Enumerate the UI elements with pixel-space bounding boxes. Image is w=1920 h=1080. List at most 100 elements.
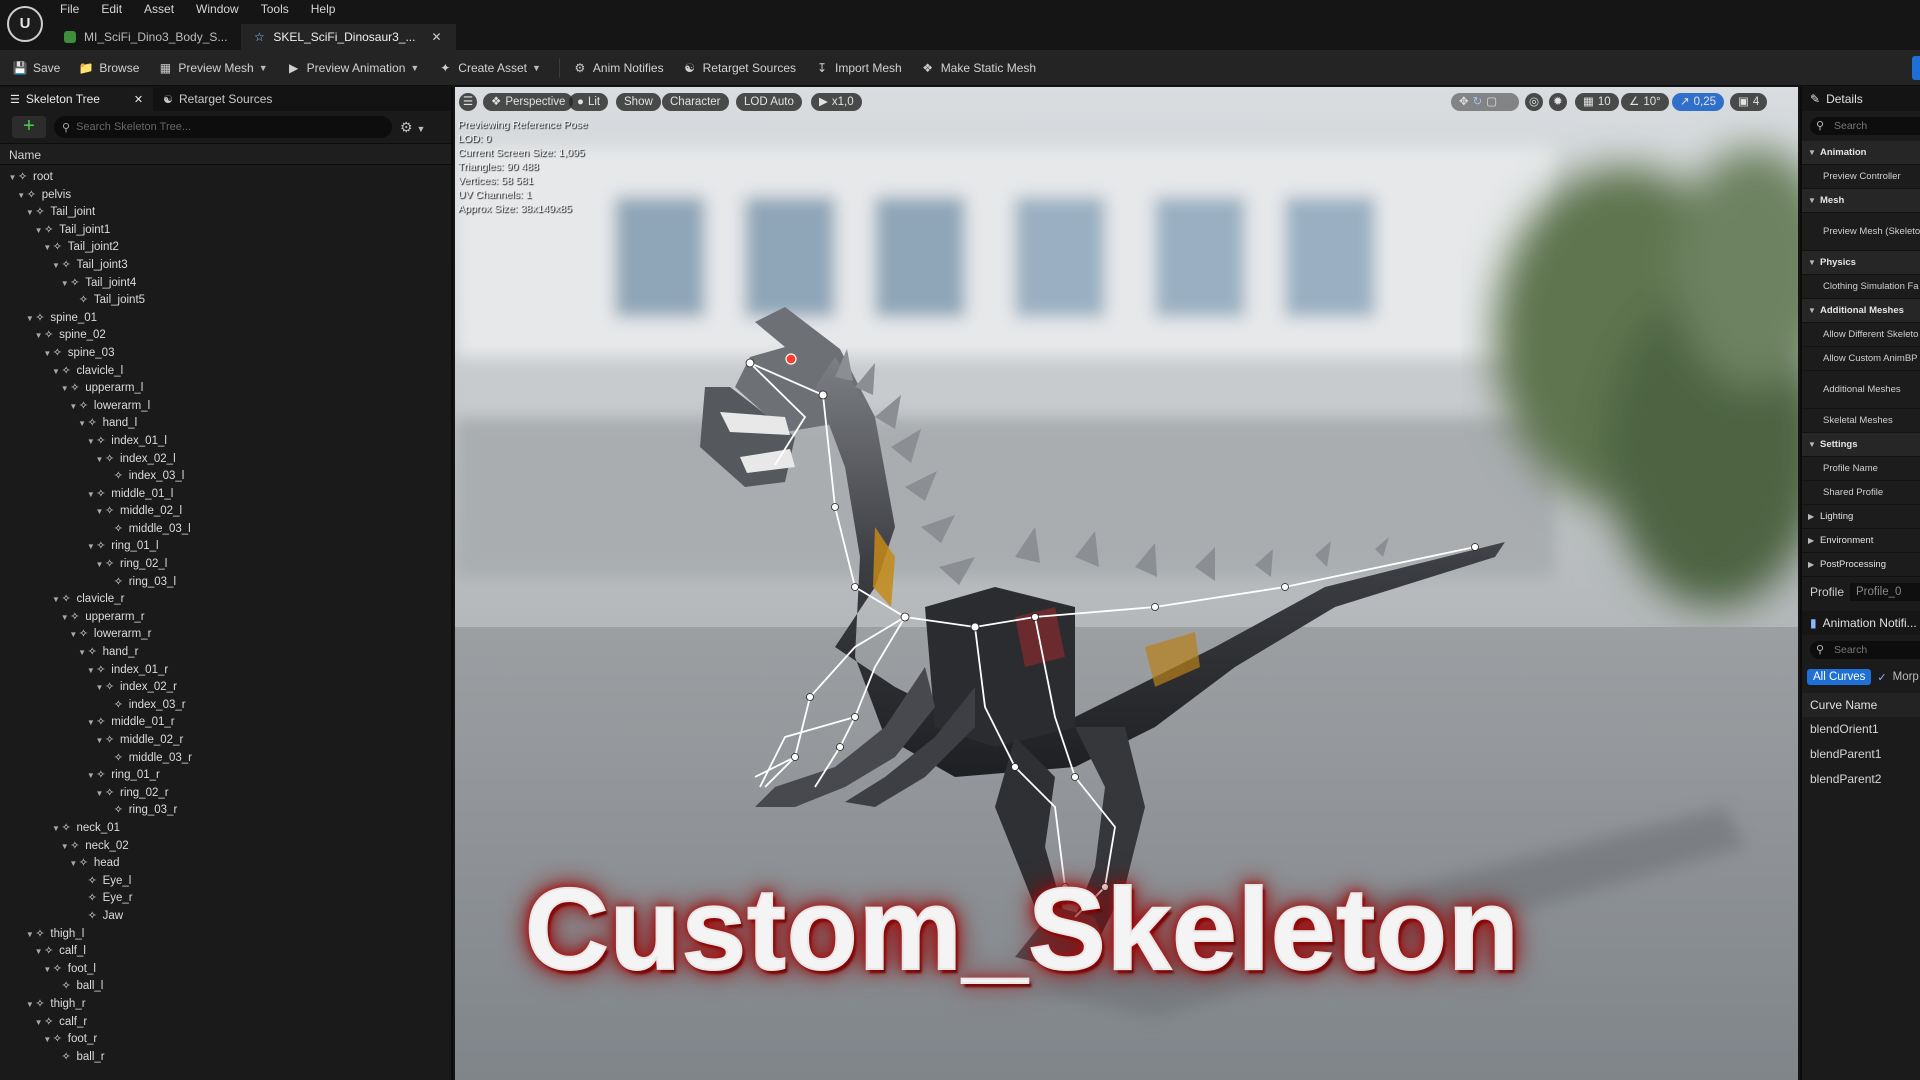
rotation-snap-button[interactable]: ∠ 10° (1621, 93, 1669, 111)
menu-asset[interactable]: Asset (144, 2, 174, 18)
details-property[interactable]: Clothing Simulation Fa (1802, 275, 1920, 299)
bone-row-upperarm-r[interactable]: ▼ ✧ upperarm_r (0, 609, 451, 627)
bone-row-calf-l[interactable]: ▼ ✧ calf_l (0, 943, 451, 961)
details-property[interactable]: Profile Name (1802, 457, 1920, 481)
expand-arrow-icon[interactable]: ▼ (86, 486, 95, 504)
bone-row-ring-01-r[interactable]: ▼ ✧ ring_01_r (0, 767, 451, 785)
surface-snap-toggle[interactable]: ✹ (1549, 93, 1567, 111)
expand-arrow-icon[interactable]: ▼ (95, 556, 104, 574)
expand-arrow-icon[interactable]: ▼ (69, 398, 78, 416)
menu-window[interactable]: Window (196, 2, 239, 18)
details-search-input[interactable]: ⚲ Search (1810, 117, 1920, 135)
expand-arrow-icon[interactable]: ▼ (86, 714, 95, 732)
expand-arrow-icon[interactable]: ▼ (95, 503, 104, 521)
bone-row-tail-joint5[interactable]: ✧ Tail_joint5 (0, 292, 451, 310)
bone-row-middle-02-r[interactable]: ▼ ✧ middle_02_r (0, 732, 451, 750)
bone-row-head[interactable]: ▼ ✧ head (0, 855, 451, 873)
details-category[interactable]: ▶ PostProcessing (1802, 553, 1920, 577)
details-tab[interactable]: ✎ Details (1802, 87, 1920, 111)
bone-row-tail-joint1[interactable]: ▼ ✧ Tail_joint1 (0, 222, 451, 240)
curve-row[interactable]: blendParent2 (1802, 767, 1920, 792)
details-category[interactable]: ▼ Additional Meshes (1802, 299, 1920, 323)
create-asset-dropdown[interactable]: ✦ Create Asset ▼ (437, 56, 541, 80)
bone-row-hand-l[interactable]: ▼ ✧ hand_l (0, 415, 451, 433)
bone-row-index-02-r[interactable]: ▼ ✧ index_02_r (0, 679, 451, 697)
anim-notifies-button[interactable]: ⚙ Anim Notifies (572, 56, 664, 80)
bone-row-pelvis[interactable]: ▼ ✧ pelvis (0, 187, 451, 205)
bone-row-index-01-r[interactable]: ▼ ✧ index_01_r (0, 662, 451, 680)
bone-row-tail-joint3[interactable]: ▼ ✧ Tail_joint3 (0, 257, 451, 275)
details-property[interactable]: Allow Different Skeleto (1802, 323, 1920, 347)
bone-row-middle-01-r[interactable]: ▼ ✧ middle_01_r (0, 714, 451, 732)
preview-viewport[interactable]: ☰ ❖ Perspective ● Lit Show Character LOD… (455, 87, 1798, 1080)
expand-arrow-icon[interactable]: ▼ (86, 433, 95, 451)
expand-arrow-icon[interactable]: ▼ (86, 662, 95, 680)
details-property[interactable]: Allow Custom AnimBP (1802, 347, 1920, 371)
bone-row-spine-01[interactable]: ▼ ✧ spine_01 (0, 310, 451, 328)
expand-arrow-icon[interactable]: ▼ (60, 275, 69, 293)
details-category[interactable]: ▼ Settings (1802, 433, 1920, 457)
browse-button[interactable]: 📁 Browse (78, 56, 140, 80)
bone-row-thigh-r[interactable]: ▼ ✧ thigh_r (0, 996, 451, 1014)
bone-row-foot-r[interactable]: ▼ ✧ foot_r (0, 1031, 451, 1049)
view-mode-dropdown[interactable]: ● Lit (569, 93, 609, 111)
accent-button-edge[interactable] (1912, 56, 1920, 80)
expand-arrow-icon[interactable]: ▼ (95, 451, 104, 469)
expand-arrow-icon[interactable]: ▼ (60, 838, 69, 856)
gear-icon[interactable]: ⚙ ▼ (400, 119, 425, 136)
bone-row-spine-03[interactable]: ▼ ✧ spine_03 (0, 345, 451, 363)
bone-row-thigh-l[interactable]: ▼ ✧ thigh_l (0, 926, 451, 944)
expand-arrow-icon[interactable]: ▼ (69, 626, 78, 644)
expand-arrow-icon[interactable]: ▼ (43, 1031, 52, 1049)
expand-arrow-icon[interactable]: ▼ (43, 345, 52, 363)
close-icon[interactable]: ✕ (134, 93, 143, 106)
expand-arrow-icon[interactable]: ▼ (95, 679, 104, 697)
show-dropdown[interactable]: Show (616, 93, 661, 111)
bone-row-neck-01[interactable]: ▼ ✧ neck_01 (0, 820, 451, 838)
bone-row-foot-l[interactable]: ▼ ✧ foot_l (0, 961, 451, 979)
menu-tools[interactable]: Tools (261, 2, 289, 18)
bone-row-middle-01-l[interactable]: ▼ ✧ middle_01_l (0, 486, 451, 504)
bone-row-tail-joint4[interactable]: ▼ ✧ Tail_joint4 (0, 275, 451, 293)
menu-file[interactable]: File (60, 2, 79, 18)
preview-animation-dropdown[interactable]: ▶ Preview Animation ▼ (286, 56, 419, 80)
bone-row-index-01-l[interactable]: ▼ ✧ index_01_l (0, 433, 451, 451)
expand-arrow-icon[interactable]: ▼ (52, 257, 61, 275)
bone-row-calf-r[interactable]: ▼ ✧ calf_r (0, 1014, 451, 1032)
details-property[interactable]: Shared Profile (1802, 481, 1920, 505)
expand-arrow-icon[interactable]: ▼ (60, 609, 69, 627)
perspective-dropdown[interactable]: ❖ Perspective (483, 93, 574, 111)
local-space-toggle[interactable]: ◎ (1525, 93, 1544, 111)
animation-curves-tab[interactable]: ▮ Animation Notifi... (1802, 611, 1920, 635)
profile-value[interactable]: Profile_0 (1850, 583, 1920, 601)
scale-snap-button[interactable]: ↗ 0,25 (1672, 93, 1725, 111)
expand-arrow-icon[interactable]: ▼ (34, 222, 43, 240)
expand-arrow-icon[interactable]: ▼ (60, 380, 69, 398)
import-mesh-button[interactable]: ↧ Import Mesh (814, 56, 902, 80)
curves-search-input[interactable]: ⚲ Search (1810, 641, 1920, 659)
details-property[interactable]: Skeletal Meshes (1802, 409, 1920, 433)
bone-row-hand-r[interactable]: ▼ ✧ hand_r (0, 644, 451, 662)
curve-row[interactable]: blendParent1 (1802, 742, 1920, 767)
expand-arrow-icon[interactable]: ▼ (17, 187, 26, 205)
tab-skeleton-tree[interactable]: ☰ Skeleton Tree ✕ (0, 87, 154, 111)
details-category[interactable]: ▼ Mesh (1802, 189, 1920, 213)
expand-arrow-icon[interactable]: ▼ (25, 204, 34, 222)
expand-arrow-icon[interactable]: ▼ (52, 820, 61, 838)
bone-row-neck-02[interactable]: ▼ ✧ neck_02 (0, 838, 451, 856)
details-property[interactable]: Additional Meshes (1802, 371, 1920, 409)
details-property[interactable]: Preview Controller (1802, 165, 1920, 189)
transform-mode-group[interactable]: ✥ ↻ ▢ (1451, 93, 1519, 111)
expand-arrow-icon[interactable]: ▼ (25, 310, 34, 328)
curve-row[interactable]: blendOrient1 (1802, 717, 1920, 742)
skeleton-search-input[interactable]: ⚲ Search Skeleton Tree... (54, 116, 392, 138)
grid-snap-button[interactable]: ▦ 10 (1575, 93, 1619, 111)
bone-row-index-03-r[interactable]: ✧ index_03_r (0, 697, 451, 715)
bone-row-spine-02[interactable]: ▼ ✧ spine_02 (0, 327, 451, 345)
details-category[interactable]: ▶ Lighting (1802, 505, 1920, 529)
bone-row-lowerarm-r[interactable]: ▼ ✧ lowerarm_r (0, 626, 451, 644)
bone-row-index-02-l[interactable]: ▼ ✧ index_02_l (0, 451, 451, 469)
curve-name-header[interactable]: Curve Name (1802, 693, 1920, 717)
expand-arrow-icon[interactable]: ▼ (43, 961, 52, 979)
expand-arrow-icon[interactable]: ▼ (34, 327, 43, 345)
